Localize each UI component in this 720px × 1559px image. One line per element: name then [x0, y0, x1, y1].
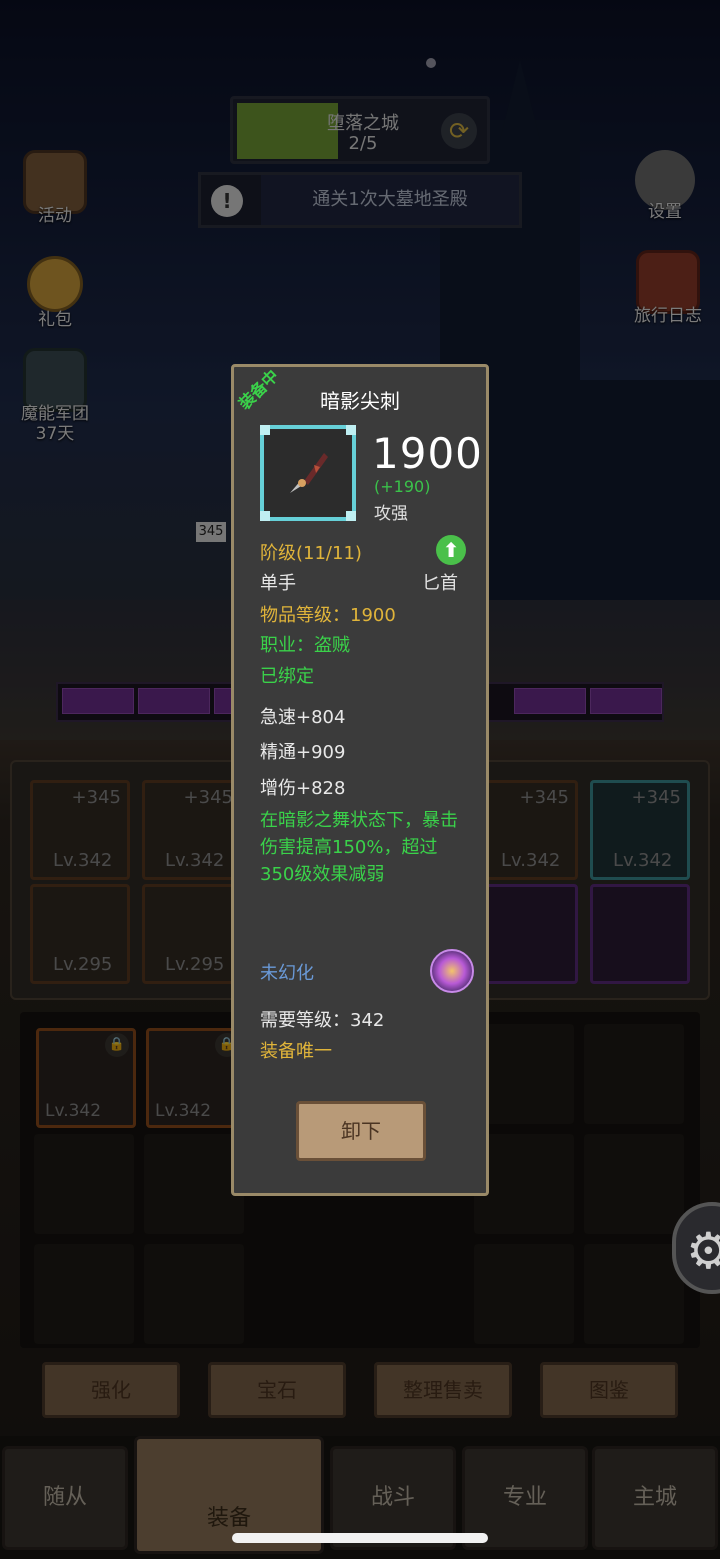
upgrade-arrow-icon: ⬆ [436, 535, 466, 565]
item-weapon-type: 匕首 [422, 573, 458, 594]
frame-corner [346, 425, 356, 435]
item-power: 1900 [372, 429, 483, 478]
item-power-delta: (+190) [374, 477, 431, 496]
item-class: 职业：盗贼 [260, 635, 350, 656]
unique-equip: 装备唯一 [260, 1041, 332, 1062]
frame-corner [260, 425, 270, 435]
frame-corner [346, 511, 356, 521]
item-power-label: 攻强 [374, 504, 408, 524]
transmog-status: 未幻化 [260, 963, 314, 984]
stat-haste: 急速+804 [260, 707, 346, 728]
stat-damage: 增伤+828 [260, 778, 346, 799]
item-tooltip: 装备中 暗影尖刺 1900 (+190) 攻强 阶级(11/11) ⬆ 单手 匕… [231, 364, 489, 1196]
item-effect: 在暗影之舞状态下，暴击伤害提高150%，超过350级效果减弱 [260, 810, 458, 885]
frame-corner [260, 511, 270, 521]
required-level: 需要等级：342 [260, 1010, 385, 1031]
transmog-orb-icon[interactable] [430, 949, 474, 993]
dagger-icon [290, 453, 328, 493]
stat-mastery: 精通+909 [260, 742, 346, 763]
item-name: 暗影尖刺 [320, 389, 400, 413]
unequip-button[interactable]: 卸下 [296, 1101, 426, 1161]
item-icon-frame [260, 425, 356, 521]
item-hand: 单手 [260, 573, 296, 594]
item-bound: 已绑定 [260, 666, 314, 687]
item-tier: 阶级(11/11) [260, 543, 362, 564]
item-level: 物品等级：1900 [260, 605, 396, 626]
gear-icon: ⚙ [686, 1222, 720, 1280]
home-indicator[interactable] [232, 1533, 488, 1543]
